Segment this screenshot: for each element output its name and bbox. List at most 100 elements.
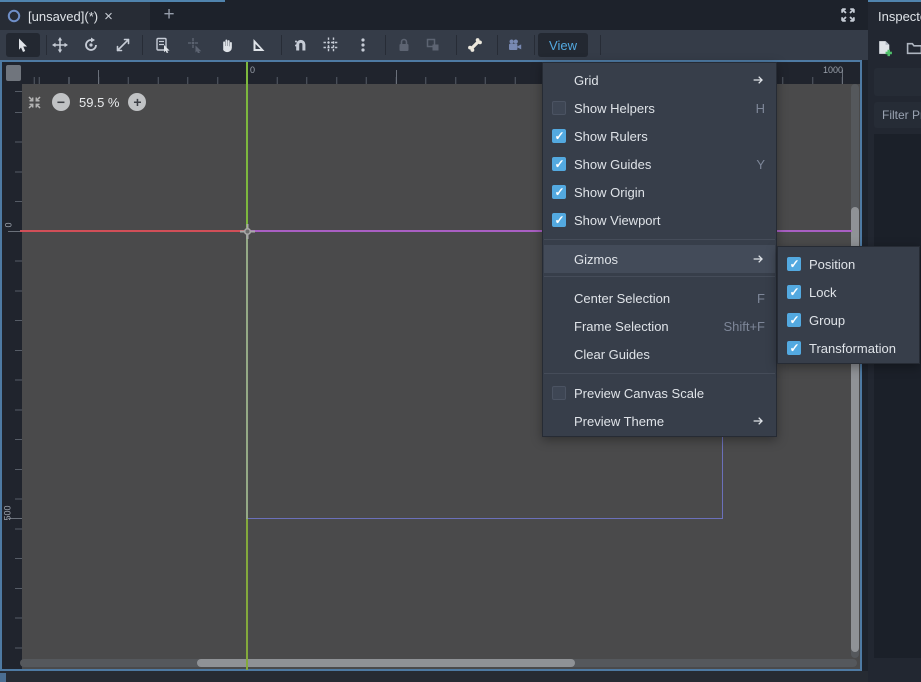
toolbar-separator	[534, 35, 535, 55]
tab-accent-line	[150, 0, 225, 2]
zoom-in-button[interactable]: +	[128, 93, 146, 111]
menu-shortcut: F	[757, 291, 765, 306]
scale-tool-button[interactable]	[110, 33, 136, 57]
vertical-dots-icon	[355, 37, 371, 53]
checkbox-icon	[552, 386, 566, 400]
new-resource-button[interactable]	[876, 40, 893, 57]
lock-object-button[interactable]	[391, 33, 417, 57]
pan-tool-button[interactable]	[214, 33, 240, 57]
rotate-icon	[83, 37, 99, 53]
submenu-arrow-icon	[751, 252, 765, 266]
submenu-item-transformation[interactable]: Transformation	[779, 334, 918, 362]
filter-properties-input[interactable]	[874, 102, 921, 128]
ruler-label-0: 0	[250, 65, 255, 75]
submenu-item-group[interactable]: Group	[779, 306, 918, 334]
menu-item-label: Frame Selection	[574, 319, 669, 334]
submenu-arrow-icon	[751, 73, 765, 87]
ruler-label-1000: 1000	[823, 65, 843, 75]
y-axis-line-top	[246, 62, 248, 231]
viewport-focus-border-left	[0, 60, 2, 671]
ruler-triangle-icon	[250, 37, 266, 53]
close-tab-icon[interactable]: ×	[104, 9, 113, 24]
menu-item-show-helpers[interactable]: Show Helpers H	[544, 94, 775, 122]
select-tool-button[interactable]	[6, 33, 40, 57]
menu-item-show-rulers[interactable]: Show Rulers	[544, 122, 775, 150]
viewport-focus-border-right	[860, 60, 862, 671]
zoom-out-button[interactable]: −	[52, 93, 70, 111]
new-scene-tab-button[interactable]: +	[158, 4, 180, 26]
lock-icon	[396, 37, 412, 53]
list-select-icon	[155, 37, 171, 53]
gizmos-submenu-popup: Position Lock Group Transformation	[777, 246, 920, 364]
pivot-tool-button[interactable]	[182, 33, 208, 57]
menu-item-label: Center Selection	[574, 291, 670, 306]
menu-separator	[544, 373, 775, 374]
zoom-percent-label[interactable]: 59.5 %	[79, 95, 119, 110]
view-menu-button[interactable]: View	[538, 33, 588, 57]
load-resource-folder-button[interactable]	[906, 40, 921, 57]
menu-item-gizmos[interactable]: Gizmos	[544, 245, 775, 273]
list-select-button[interactable]	[150, 33, 176, 57]
menu-item-label: Show Helpers	[574, 101, 655, 116]
toolbar-separator	[385, 35, 386, 55]
ruler-tool-button[interactable]	[245, 33, 271, 57]
skeleton-bone-button[interactable]	[462, 33, 488, 57]
menu-item-clear-guides[interactable]: Clear Guides	[544, 340, 775, 368]
ruler-label-500: 500	[3, 505, 13, 520]
toolbar-separator	[497, 35, 498, 55]
menu-item-show-viewport[interactable]: Show Viewport	[544, 206, 775, 234]
menu-item-label: Preview Theme	[574, 414, 664, 429]
menu-item-label: Lock	[809, 285, 836, 300]
menu-item-center-selection[interactable]: Center Selection F	[544, 284, 775, 312]
menu-item-preview-canvas-scale[interactable]: Preview Canvas Scale	[544, 379, 775, 407]
godot-editor-window: [unsaved](*) × +	[0, 0, 921, 682]
canvas-toolbar: View	[0, 30, 868, 60]
zoom-controls: − 59.5 % +	[26, 92, 146, 112]
menu-item-frame-selection[interactable]: Frame Selection Shift+F	[544, 312, 775, 340]
checkbox-icon	[787, 341, 801, 355]
bottom-left-accent	[0, 673, 6, 682]
menu-separator	[544, 239, 775, 240]
checkbox-icon	[552, 185, 566, 199]
scene-tab-bar: [unsaved](*) × +	[0, 0, 868, 30]
grid-snap-button[interactable]	[318, 33, 344, 57]
scene-tab-title: [unsaved](*)	[28, 9, 98, 24]
pivot-icon	[187, 37, 203, 53]
smart-snap-button[interactable]	[288, 33, 314, 57]
view-menu-popup: Grid Show Helpers H Show Rulers Show Gui…	[542, 62, 777, 437]
x-axis-line	[20, 230, 247, 232]
menu-item-grid[interactable]: Grid	[544, 66, 775, 94]
grid-snap-icon	[323, 37, 339, 53]
horizontal-scrollbar-thumb[interactable]	[197, 659, 575, 667]
expand-fullscreen-icon[interactable]	[836, 4, 860, 26]
menu-item-preview-theme[interactable]: Preview Theme	[544, 407, 775, 435]
group-icon	[425, 37, 441, 53]
origin-gizmo-marker[interactable]	[239, 223, 256, 240]
inspector-content-area	[874, 134, 921, 658]
checkbox-icon	[552, 157, 566, 171]
move-tool-button[interactable]	[47, 33, 73, 57]
rotate-tool-button[interactable]	[78, 33, 104, 57]
menu-item-label: Preview Canvas Scale	[574, 386, 704, 401]
bottom-panel-strip	[0, 671, 868, 682]
ruler-corner-box	[6, 65, 21, 81]
toolbar-separator	[600, 35, 601, 55]
group-object-button[interactable]	[420, 33, 446, 57]
ruler-label-0: 0	[4, 222, 14, 227]
skeleton-options-button[interactable]	[502, 33, 528, 57]
snapping-options-button[interactable]	[350, 33, 376, 57]
submenu-item-lock[interactable]: Lock	[779, 278, 918, 306]
menu-item-label: Show Viewport	[574, 213, 660, 228]
pan-hand-icon	[219, 37, 235, 53]
checkbox-icon	[552, 129, 566, 143]
menu-item-label: Position	[809, 257, 855, 272]
ruler-left[interactable]: 0 500	[2, 84, 22, 670]
inspector-node-bar[interactable]	[874, 68, 921, 96]
checkbox-icon	[552, 101, 566, 115]
center-view-icon[interactable]	[26, 94, 43, 111]
inspector-title: Inspector	[878, 9, 921, 24]
menu-item-show-guides[interactable]: Show Guides Y	[544, 150, 775, 178]
menu-item-show-origin[interactable]: Show Origin	[544, 178, 775, 206]
scene-tab[interactable]: [unsaved](*) ×	[0, 0, 150, 30]
submenu-item-position[interactable]: Position	[779, 250, 918, 278]
